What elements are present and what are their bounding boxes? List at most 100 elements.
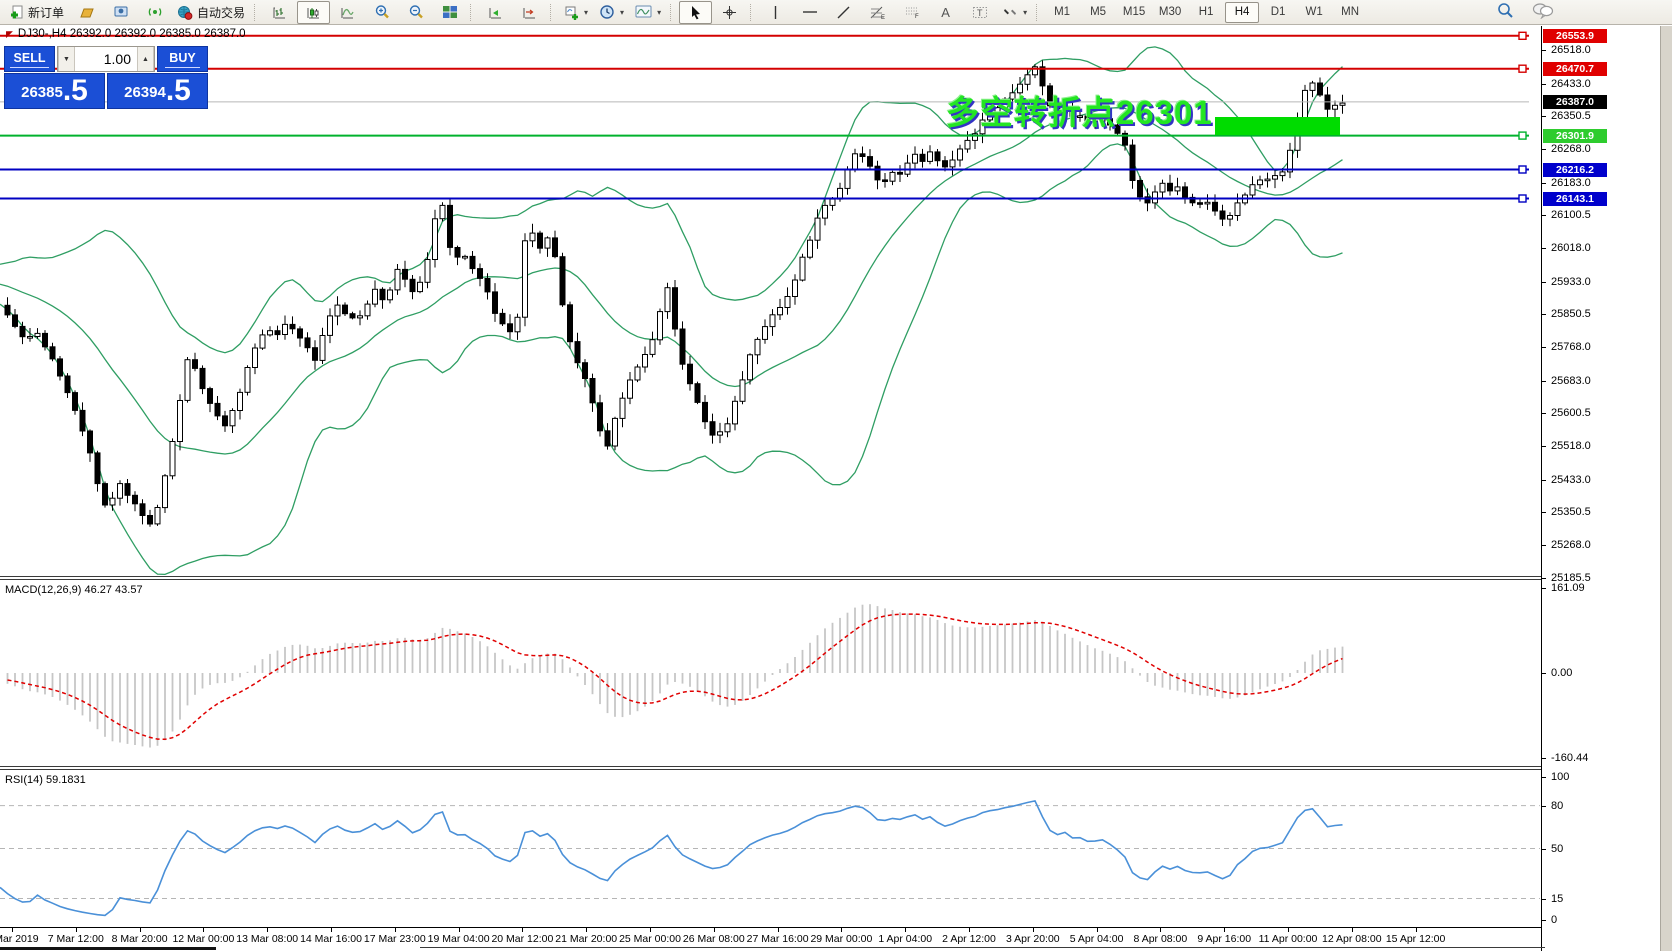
chart-window: ◤ DJ30-,H4 26392.0 26392.0 26385.0 26387… — [0, 26, 1672, 951]
timeframe-button-m1[interactable]: M1 — [1045, 2, 1079, 23]
axis-tick-mark — [1542, 777, 1546, 778]
svg-text:F: F — [915, 14, 919, 19]
horizontal-line-icon — [802, 5, 818, 19]
chart-shift-icon — [522, 5, 537, 20]
axis-tick-mark — [1542, 806, 1546, 807]
date-tick-mark — [1288, 928, 1289, 932]
line-chart-button[interactable] — [331, 1, 364, 24]
lot-input[interactable] — [75, 47, 137, 71]
date-label: 21 Mar 20:00 — [555, 933, 617, 945]
price-axis[interactable]: 26518.026433.026350.526268.026183.026100… — [1541, 26, 1659, 951]
tile-windows-button[interactable] — [433, 1, 466, 24]
timeframe-button-d1[interactable]: D1 — [1261, 2, 1295, 23]
chart-title-row: ◤ DJ30-,H4 26392.0 26392.0 26385.0 26387… — [6, 28, 246, 40]
timeframe-button-m30[interactable]: M30 — [1153, 2, 1187, 23]
date-tick-mark — [1352, 928, 1353, 932]
autotrading-label: 自动交易 — [197, 4, 245, 21]
signals-button[interactable] — [138, 1, 171, 24]
axis-tick-mark — [1542, 381, 1546, 382]
axis-tick-mark — [1542, 480, 1546, 481]
rsi-tick-label: 80 — [1551, 800, 1563, 812]
chart-shift-button[interactable] — [513, 1, 546, 24]
rsi-tick-label: 0 — [1551, 914, 1557, 926]
auto-scroll-icon — [488, 5, 503, 20]
autotrading-icon — [177, 5, 193, 20]
sell-button[interactable]: SELL — [4, 46, 55, 72]
date-tick-mark — [331, 928, 332, 932]
rsi-panel-canvas[interactable] — [0, 772, 1541, 927]
price-tick-label: 26018.0 — [1551, 242, 1591, 254]
date-tick-mark — [586, 928, 587, 932]
autotrading-button[interactable]: 自动交易 — [172, 1, 250, 24]
timeframe-button-m15[interactable]: M15 — [1117, 2, 1151, 23]
panel-splitter[interactable] — [0, 766, 1541, 770]
zoom-in-icon — [374, 4, 390, 20]
macd-tick-label: -160.44 — [1551, 752, 1588, 764]
highlight-rectangle — [1215, 117, 1340, 135]
price-chart-canvas[interactable] — [0, 26, 1541, 576]
axis-tick-mark — [1542, 920, 1546, 921]
lot-increase-button[interactable]: ▲ — [137, 47, 154, 71]
timeframe-button-m5[interactable]: M5 — [1081, 2, 1115, 23]
macd-panel-canvas[interactable] — [0, 582, 1541, 764]
arrows-tool-button[interactable]: ▾ — [997, 1, 1032, 24]
crosshair-button[interactable] — [713, 1, 746, 24]
bottom-edge-bar — [0, 947, 216, 950]
charts-folder-button[interactable] — [70, 1, 103, 24]
date-label: 8 Apr 08:00 — [1134, 933, 1188, 945]
panel-splitter[interactable] — [0, 576, 1541, 580]
dropdown-caret: ▾ — [657, 8, 661, 17]
chart-profiles-button[interactable]: ▾ — [594, 1, 629, 24]
buy-price-button[interactable]: 26394.5 — [107, 73, 208, 109]
date-label: 9 Apr 16:00 — [1197, 933, 1251, 945]
axis-tick-mark — [1542, 282, 1546, 283]
cursor-button[interactable] — [679, 1, 712, 24]
text-tool-button[interactable]: A — [929, 1, 962, 24]
zoom-out-button[interactable] — [399, 1, 432, 24]
indicators-button[interactable]: ▾ — [630, 1, 666, 24]
axis-tick-mark — [1542, 446, 1546, 447]
lot-decrease-button[interactable]: ▼ — [58, 47, 75, 71]
search-icon[interactable] — [1497, 2, 1514, 19]
vertical-line-button[interactable] — [759, 1, 792, 24]
price-tick-label: 26350.5 — [1551, 110, 1591, 122]
bar-chart-button[interactable] — [263, 1, 296, 24]
toolbar-separator — [1036, 4, 1041, 21]
timeframe-button-w1[interactable]: W1 — [1297, 2, 1331, 23]
new-chart-button[interactable]: ▾ — [559, 1, 593, 24]
market-watch-button[interactable] — [104, 1, 137, 24]
fibonacci-button[interactable]: E — [861, 1, 894, 24]
price-tick-label: 26183.0 — [1551, 177, 1591, 189]
date-label: 3 Apr 20:00 — [1006, 933, 1060, 945]
zoom-in-button[interactable] — [365, 1, 398, 24]
rsi-tick-label: 100 — [1551, 771, 1569, 783]
timeframe-button-mn[interactable]: MN — [1333, 2, 1367, 23]
macd-tick-label: 161.09 — [1551, 582, 1585, 594]
buy-button[interactable]: BUY — [157, 46, 208, 72]
time-axis[interactable]: 6 Mar 20197 Mar 12:008 Mar 20:0012 Mar 0… — [0, 927, 1541, 949]
date-label: 2 Apr 12:00 — [942, 933, 996, 945]
trendline-button[interactable] — [827, 1, 860, 24]
price-tick-label: 25268.0 — [1551, 539, 1591, 551]
sell-price-button[interactable]: 26385.5 — [4, 73, 105, 109]
date-label: 17 Mar 23:00 — [364, 933, 426, 945]
new-order-button[interactable]: 新订单 — [4, 1, 69, 24]
price-level-badge: 26553.9 — [1543, 29, 1607, 43]
candlestick-chart-button[interactable] — [297, 1, 330, 24]
timeframe-button-h4[interactable]: H4 — [1225, 2, 1259, 23]
horizontal-line-button[interactable] — [793, 1, 826, 24]
timeframe-button-h1[interactable]: H1 — [1189, 2, 1223, 23]
auto-scroll-button[interactable] — [479, 1, 512, 24]
trendline-icon — [836, 5, 851, 20]
chat-icon[interactable] — [1532, 2, 1554, 19]
toolbar-separator — [254, 4, 259, 21]
grid-levels-button[interactable]: F — [895, 1, 928, 24]
date-tick-mark — [140, 928, 141, 932]
price-tick-label: 25600.5 — [1551, 407, 1591, 419]
label-tool-button[interactable]: T — [963, 1, 996, 24]
market-watch-icon — [113, 5, 129, 19]
rsi-label: RSI(14) 59.1831 — [5, 774, 86, 786]
toolbar-separator — [470, 4, 475, 21]
svg-text:T: T — [977, 8, 983, 18]
price-tick-label: 26268.0 — [1551, 143, 1591, 155]
